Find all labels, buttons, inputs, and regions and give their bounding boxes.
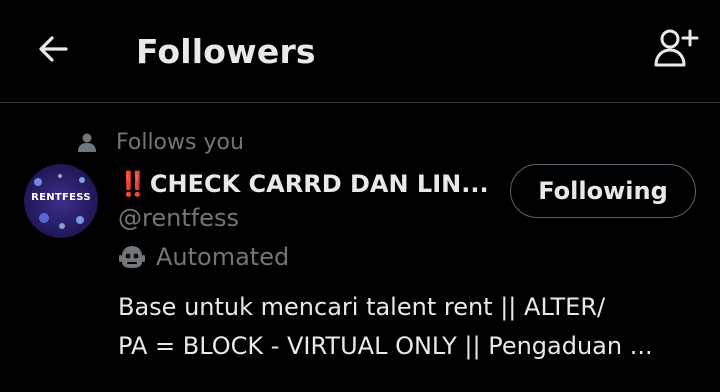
- page-title: Followers: [136, 32, 316, 71]
- arrow-left-icon: [36, 32, 70, 70]
- user-bio: Base untuk mencari talent rent || ALTER/…: [118, 288, 704, 366]
- bio-line: Base untuk mencari talent rent || ALTER/: [118, 293, 606, 321]
- bio-line: PA = BLOCK - VIRTUAL ONLY || Pengaduan .…: [118, 332, 653, 360]
- top-app-bar: Followers: [0, 0, 720, 103]
- add-user-button[interactable]: [648, 24, 704, 76]
- display-name[interactable]: ‼️ CHECK CARRD DAN LIN...: [118, 168, 492, 200]
- person-icon: [76, 132, 98, 154]
- automated-text: Automated: [156, 243, 290, 271]
- follows-you-indicator: Follows you: [76, 128, 244, 158]
- add-user-icon: [653, 27, 699, 73]
- avatar-logo-text: RENTFESS: [31, 192, 91, 203]
- user-handle: @rentfess: [118, 204, 239, 232]
- avatar[interactable]: RENTFESS: [24, 164, 98, 238]
- follows-you-label: Follows you: [116, 130, 244, 155]
- double-exclamation-icon: ‼️: [118, 170, 148, 198]
- following-button[interactable]: Following: [510, 164, 696, 218]
- back-button[interactable]: [30, 28, 76, 74]
- robot-icon: [118, 243, 146, 271]
- follower-list-item[interactable]: Follows you RENTFESS ‼️ CHECK CARRD DAN L…: [0, 104, 720, 392]
- automated-label: Automated: [118, 241, 289, 273]
- display-name-text: CHECK CARRD DAN LIN...: [149, 170, 489, 198]
